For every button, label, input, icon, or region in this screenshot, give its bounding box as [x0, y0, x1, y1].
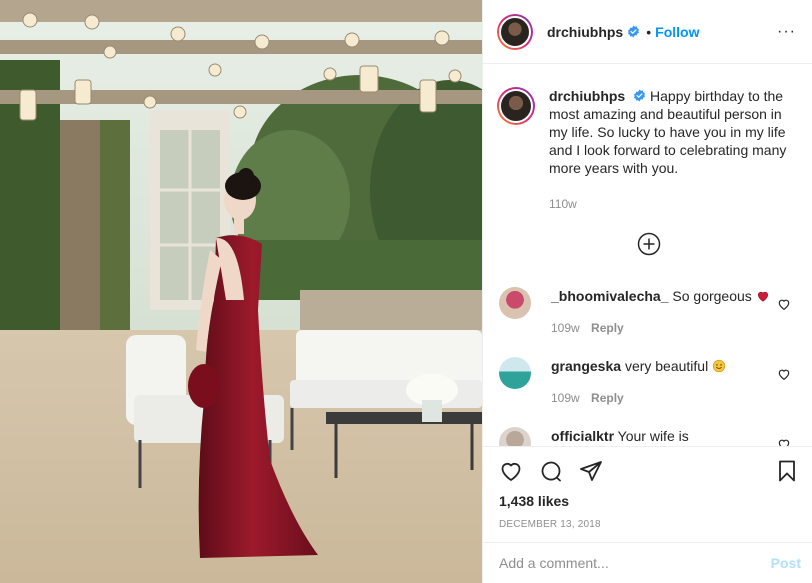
commenter-avatar[interactable] [499, 357, 531, 389]
post-comment-button[interactable]: Post [771, 555, 801, 571]
post-photo[interactable] [0, 0, 482, 583]
verified-badge-icon [634, 89, 646, 102]
post-header: drchiubhps • Follow ··· [483, 0, 812, 64]
follow-button[interactable]: Follow [655, 24, 699, 40]
comment-meta: 109w Reply [551, 389, 726, 407]
post-side-panel: drchiubhps • Follow ··· drchiubhps Happy… [482, 0, 812, 583]
separator-dot: • [646, 23, 652, 40]
caption-username[interactable]: drchiubhps [549, 88, 625, 104]
like-comment-heart-icon[interactable] [777, 437, 791, 446]
comment-timestamp[interactable]: 109w [551, 321, 580, 335]
comments-list[interactable]: drchiubhps Happy birthday to the most am… [483, 65, 812, 446]
author-username[interactable]: drchiubhps [547, 24, 623, 40]
comment-username[interactable]: grangeska [551, 358, 621, 374]
post-actions: 1,438 likes December 13, 2018 [483, 446, 812, 542]
post-date[interactable]: December 13, 2018 [483, 509, 812, 530]
comment-timestamp[interactable]: 109w [551, 391, 580, 405]
caption-timestamp[interactable]: 110w [549, 195, 789, 213]
red-heart-emoji-icon [757, 291, 768, 302]
comment-item: officialktr Your wife is [499, 427, 799, 446]
reply-button[interactable]: Reply [591, 391, 624, 405]
verified-badge-icon [628, 25, 640, 38]
reply-button[interactable]: Reply [591, 321, 624, 335]
smiling-face-emoji-icon [712, 359, 726, 373]
comment-username[interactable]: _bhoomivalecha_ [551, 288, 669, 304]
instagram-post: drchiubhps • Follow ··· drchiubhps Happy… [0, 0, 812, 583]
commenter-avatar[interactable] [499, 427, 531, 446]
comment-item: _bhoomivalecha_ So gorgeous 109w Reply [499, 287, 799, 337]
caption-avatar[interactable] [497, 87, 535, 125]
post-caption: drchiubhps Happy birthday to the most am… [483, 65, 812, 213]
comment-input[interactable] [499, 555, 771, 571]
comment-meta: 109w Reply [551, 319, 770, 337]
comment-text: very beautiful [624, 358, 709, 374]
action-icons [483, 447, 812, 483]
comment-text: Your wife is [617, 428, 689, 444]
author-avatar[interactable] [497, 13, 533, 50]
garden-photo-illustration [0, 0, 482, 583]
more-options-icon[interactable]: ··· [777, 23, 796, 41]
add-comment-bar: Post [483, 542, 812, 583]
like-comment-heart-icon[interactable] [777, 297, 791, 311]
comment-item: grangeska very beautiful 109w Reply [499, 357, 799, 407]
share-paper-plane-icon[interactable] [579, 459, 603, 483]
like-comment-heart-icon[interactable] [777, 367, 791, 381]
comment-text: So gorgeous [672, 288, 752, 304]
comment-username[interactable]: officialktr [551, 428, 614, 444]
load-more-comments-icon[interactable] [637, 232, 661, 256]
like-heart-icon[interactable] [499, 459, 523, 483]
likes-count[interactable]: 1,438 likes [483, 483, 812, 509]
comment-bubble-icon[interactable] [539, 459, 563, 483]
commenter-avatar[interactable] [499, 287, 531, 319]
save-bookmark-icon[interactable] [775, 459, 799, 483]
